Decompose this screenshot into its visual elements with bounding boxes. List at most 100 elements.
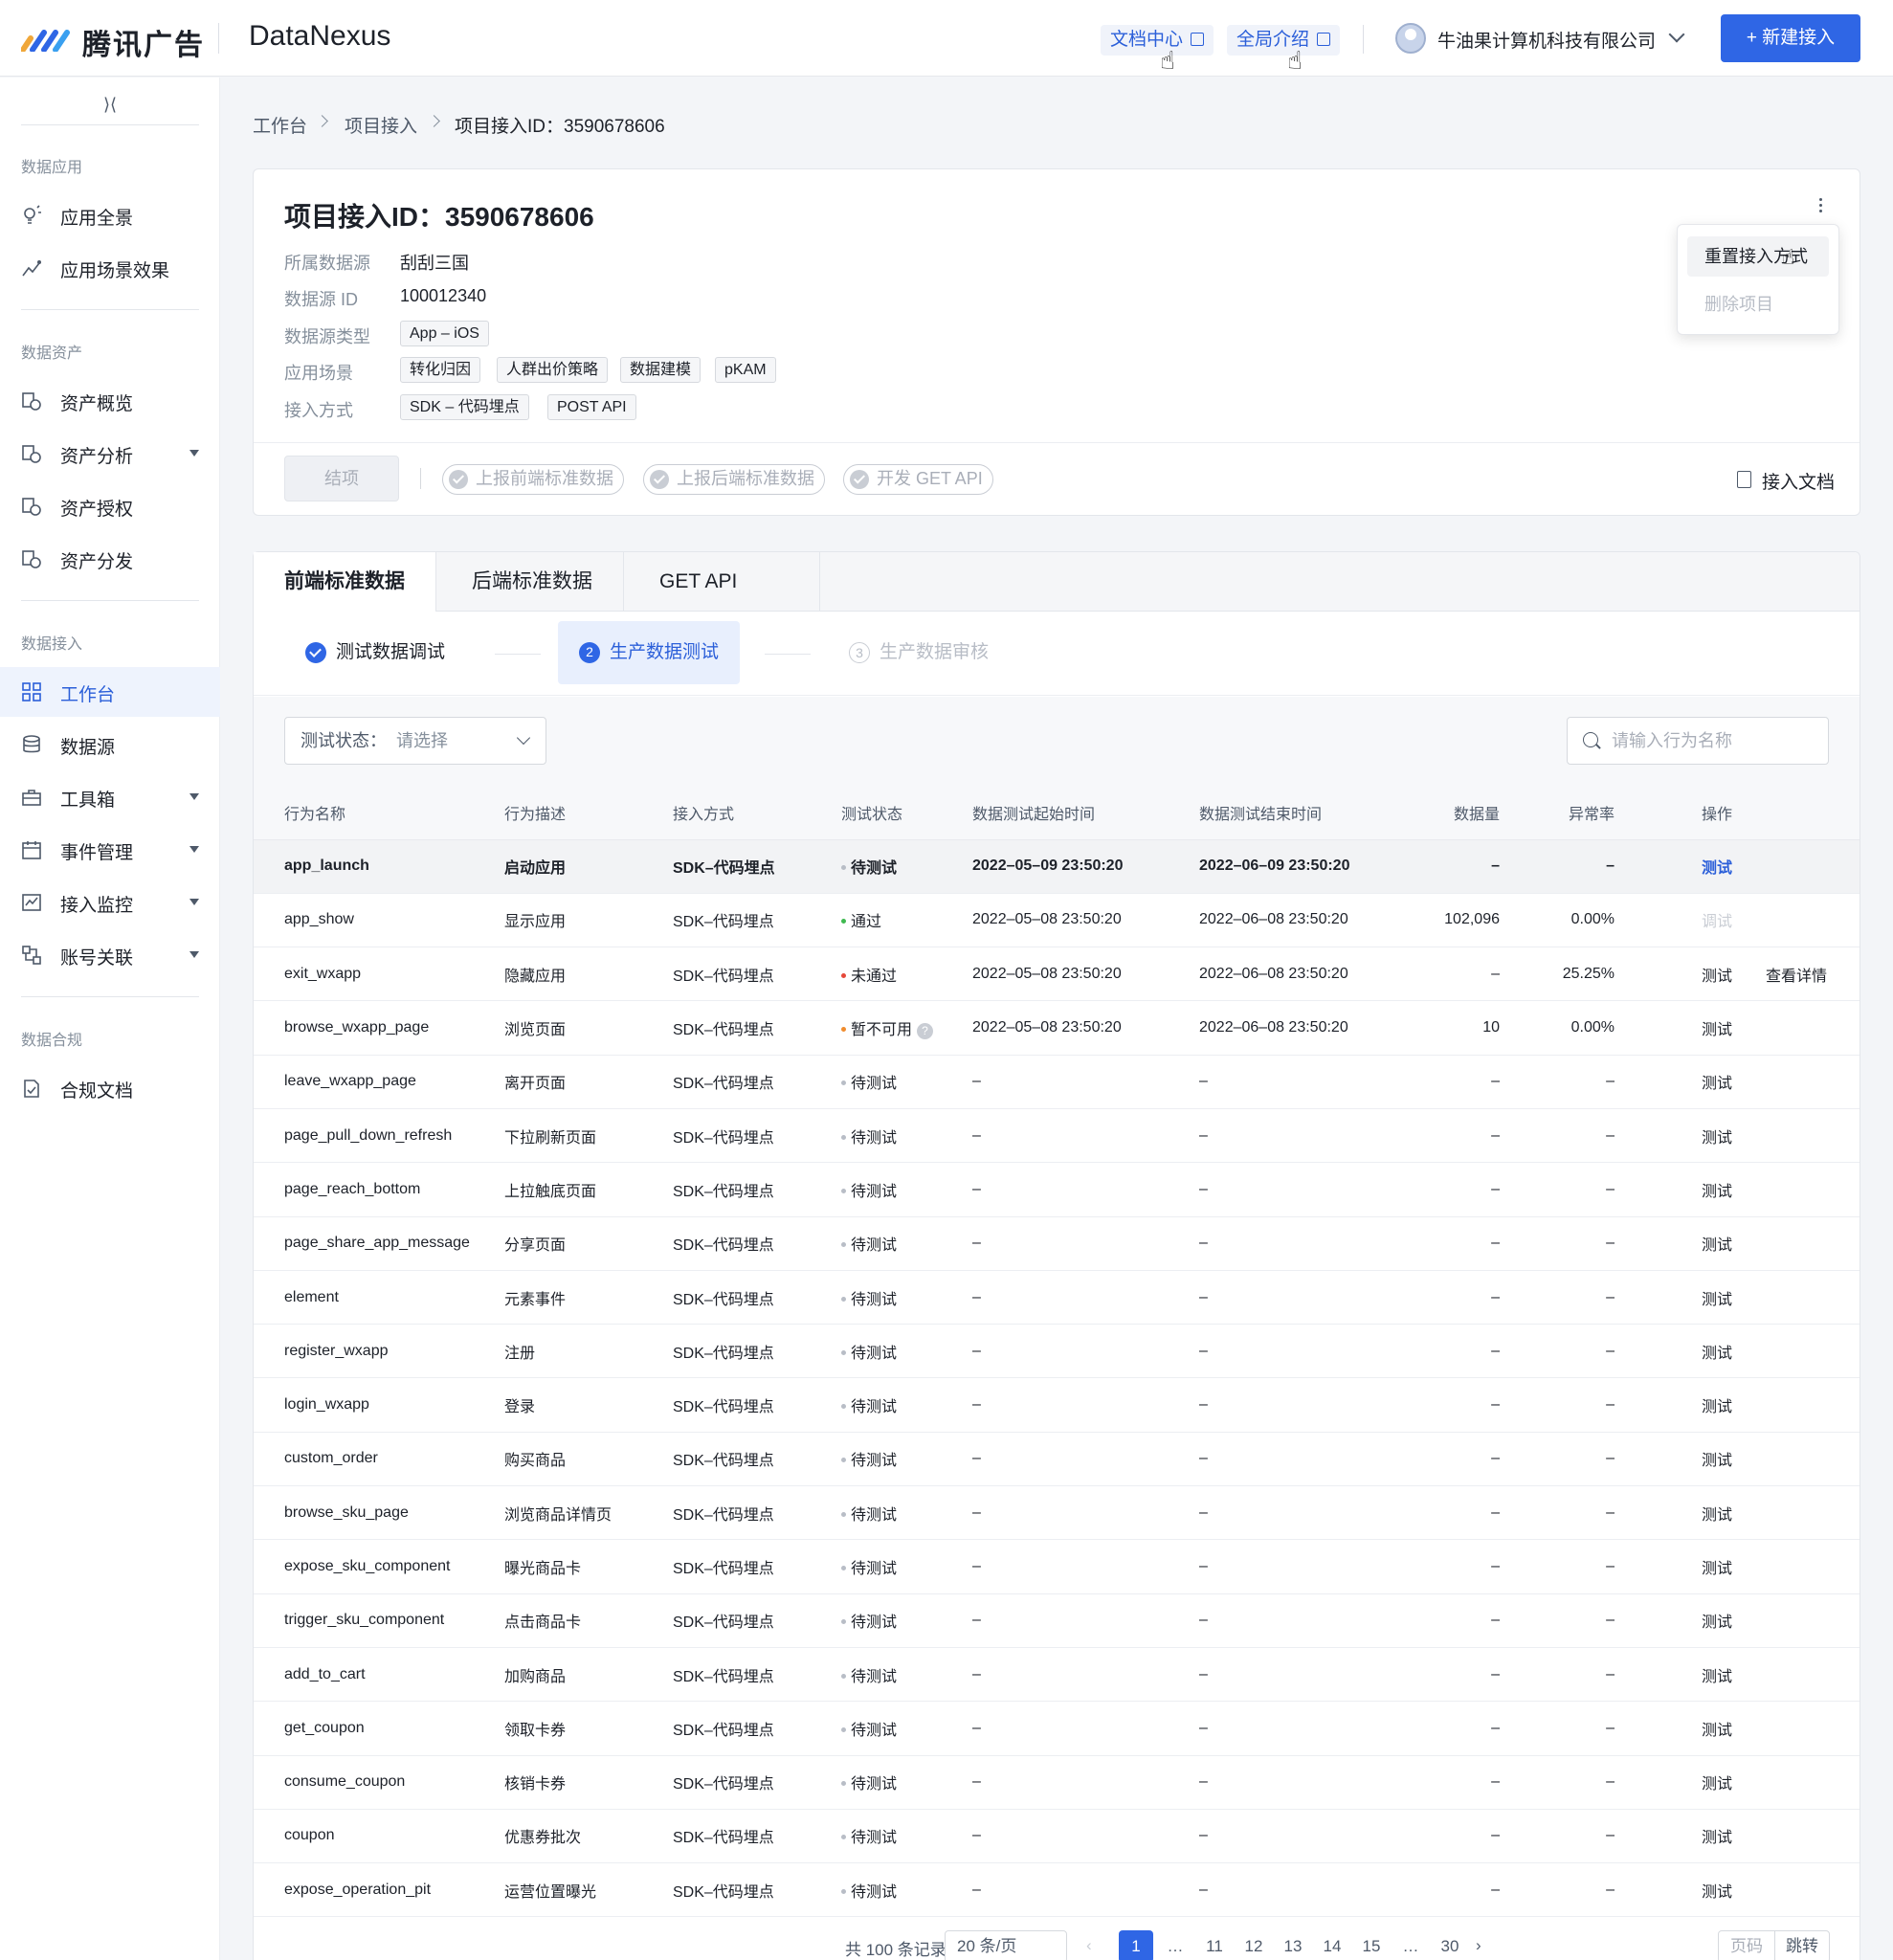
page-number[interactable]: 11 xyxy=(1197,1930,1232,1960)
test-status-select[interactable]: 测试状态： 请选择 xyxy=(284,717,546,765)
more-options-icon[interactable] xyxy=(1819,198,1823,213)
jump-button[interactable]: 跳转 xyxy=(1774,1930,1830,1960)
collapse-sidebar-icon[interactable]: ⟩⟨ xyxy=(21,95,199,125)
test-action-link[interactable]: 测试 xyxy=(1702,1184,1732,1200)
sidebar-item-account-link[interactable]: 账号关联 xyxy=(0,930,220,980)
sidebar-item-asset-distribute[interactable]: 资产分发 xyxy=(0,534,220,584)
delete-project-item[interactable]: 删除项目 xyxy=(1687,284,1829,324)
tab-get-api[interactable]: GET API xyxy=(629,552,820,612)
test-action-link[interactable]: 测试 xyxy=(1702,1453,1732,1469)
sidebar-item-toolbox[interactable]: 工具箱 xyxy=(0,772,220,822)
check-circle-icon xyxy=(305,642,326,663)
behavior-table: 行为名称 行为描述 接入方式 测试状态 数据测试起始时间 数据测试结束时间 数据… xyxy=(254,786,1860,1918)
chevron-down-icon[interactable] xyxy=(1668,26,1685,43)
sidebar-item-workbench[interactable]: 工作台 xyxy=(0,667,220,717)
test-end-time: 2022–06–08 23:50:20 xyxy=(1199,947,1419,1002)
sidebar-item-label: 资产授权 xyxy=(60,500,134,520)
test-action-link[interactable]: 调试 xyxy=(1702,914,1732,930)
sidebar-item-event-management[interactable]: 事件管理 xyxy=(0,825,220,875)
user-avatar[interactable] xyxy=(1395,23,1426,54)
test-action-link[interactable]: 测试 xyxy=(1702,969,1732,985)
test-action-link[interactable]: 测试 xyxy=(1702,1884,1732,1901)
page-number[interactable]: 1 xyxy=(1119,1930,1153,1960)
test-action-link[interactable]: 测试 xyxy=(1702,1346,1732,1362)
test-action-link[interactable]: 测试 xyxy=(1702,1669,1732,1685)
test-action-link[interactable]: 测试 xyxy=(1702,1399,1732,1415)
next-page-icon[interactable]: › xyxy=(1476,1936,1481,1955)
page-number[interactable]: 15 xyxy=(1354,1930,1389,1960)
test-start-time: – xyxy=(972,1432,1199,1487)
test-action-link[interactable]: 测试 xyxy=(1702,1615,1732,1631)
test-start-time: – xyxy=(972,1324,1199,1379)
test-action-link[interactable]: 测试 xyxy=(1702,1830,1732,1846)
column-header: 数据测试起始时间 xyxy=(972,786,1199,840)
sidebar-item-label: 应用场景效果 xyxy=(60,261,170,281)
test-action-link[interactable]: 测试 xyxy=(1702,1507,1732,1524)
column-header: 行为名称 xyxy=(254,786,504,840)
search-input[interactable] xyxy=(1612,727,1813,754)
test-action-link[interactable]: 测试 xyxy=(1702,1022,1732,1038)
prev-page-icon[interactable]: ‹ xyxy=(1086,1936,1092,1955)
step-production-test[interactable]: 2 生产数据测试 xyxy=(558,621,741,684)
access-doc-link[interactable]: 接入文档 xyxy=(1762,468,1835,494)
company-name[interactable]: 牛油果计算机科技有限公司 xyxy=(1437,27,1656,53)
breadcrumb-workbench[interactable]: 工作台 xyxy=(253,112,307,138)
page-number[interactable]: … xyxy=(1158,1930,1192,1960)
sidebar-item-access-monitor[interactable]: 接入监控 xyxy=(0,878,220,927)
stage-backend-data: 上报后端标准数据 xyxy=(643,464,825,495)
test-action-link[interactable]: 测试 xyxy=(1702,1561,1732,1577)
sidebar-divider xyxy=(21,600,199,601)
behavior-desc: 浏览商品详情页 xyxy=(504,1485,673,1541)
test-action-link[interactable]: 测试 xyxy=(1702,1292,1732,1308)
breadcrumb-project-access[interactable]: 项目接入 xyxy=(345,112,417,138)
sidebar-item-datasource[interactable]: 数据源 xyxy=(0,720,220,769)
sidebar-item-asset-overview[interactable]: 资产概览 xyxy=(0,376,220,426)
test-start-time: – xyxy=(972,1108,1199,1164)
view-details-link[interactable]: 查看详情 xyxy=(1766,969,1827,985)
error-rate: – xyxy=(1500,839,1615,894)
test-status: 待测试 xyxy=(841,1701,972,1756)
caret-down-icon[interactable] xyxy=(189,793,199,800)
page-number[interactable]: … xyxy=(1393,1930,1428,1960)
caret-down-icon[interactable] xyxy=(189,450,199,457)
data-volume: – xyxy=(1419,1270,1500,1325)
page-number[interactable]: 30 xyxy=(1433,1930,1467,1960)
page-number[interactable]: 12 xyxy=(1236,1930,1271,1960)
global-intro-link[interactable]: 全局介绍 xyxy=(1227,25,1341,56)
method-tag: SDK – 代码埋点 xyxy=(400,394,529,420)
doc-center-link[interactable]: 文档中心 xyxy=(1101,25,1214,56)
caret-down-icon[interactable] xyxy=(189,951,199,958)
data-volume: – xyxy=(1419,1162,1500,1217)
close-project-button[interactable]: 结项 xyxy=(284,456,399,501)
search-box[interactable] xyxy=(1567,717,1829,765)
tab-backend-data[interactable]: 后端标准数据 xyxy=(441,552,624,612)
page-number[interactable]: 13 xyxy=(1276,1930,1310,1960)
sidebar-item-asset-auth[interactable]: 资产授权 xyxy=(0,481,220,531)
test-action-link[interactable]: 测试 xyxy=(1702,860,1732,877)
test-action-link[interactable]: 测试 xyxy=(1702,1130,1732,1147)
test-end-time: – xyxy=(1199,1162,1419,1217)
tab-frontend-data[interactable]: 前端标准数据 xyxy=(254,552,436,612)
reset-access-method-item[interactable]: 重置接入方式 xyxy=(1687,236,1829,277)
caret-down-icon[interactable] xyxy=(189,846,199,853)
sidebar-item-asset-analysis[interactable]: 资产分析 xyxy=(0,429,220,479)
page-size-select[interactable]: 20 条/页 xyxy=(945,1930,1067,1960)
test-action-link[interactable]: 测试 xyxy=(1702,1776,1732,1793)
data-volume: – xyxy=(1419,947,1500,1002)
row-actions: 测试 xyxy=(1615,1055,1860,1109)
help-icon[interactable]: ? xyxy=(917,1023,934,1040)
test-action-link[interactable]: 测试 xyxy=(1702,1723,1732,1739)
new-access-button[interactable]: + 新建接入 xyxy=(1721,14,1860,62)
caret-down-icon[interactable] xyxy=(189,899,199,905)
sidebar-item-scenario-effect[interactable]: 应用场景效果 xyxy=(0,243,220,293)
step-test-debug[interactable]: 测试数据调试 xyxy=(284,621,466,684)
page-number[interactable]: 14 xyxy=(1315,1930,1349,1960)
test-action-link[interactable]: 测试 xyxy=(1702,1076,1732,1092)
bulb-icon xyxy=(24,205,41,224)
goto-page-input[interactable]: 页码 xyxy=(1718,1930,1775,1960)
status-dot xyxy=(841,919,846,924)
sidebar-item-compliance-docs[interactable]: 合规文档 xyxy=(0,1063,220,1113)
test-action-link[interactable]: 测试 xyxy=(1702,1237,1732,1254)
sidebar-item-app-overview[interactable]: 应用全景 xyxy=(0,190,220,240)
behavior-desc: 核销卡券 xyxy=(504,1755,673,1810)
